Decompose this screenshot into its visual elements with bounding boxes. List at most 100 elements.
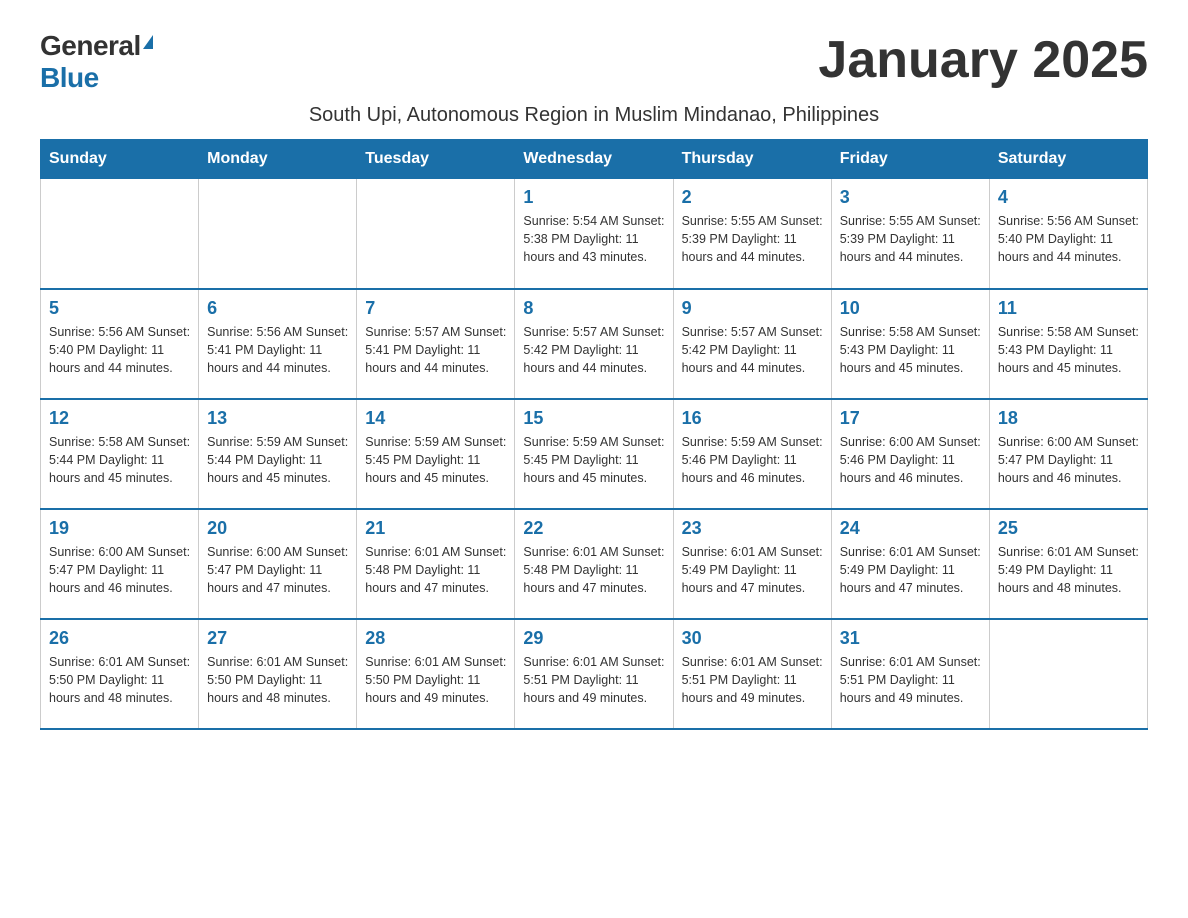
day-number: 30 (682, 628, 823, 649)
calendar-cell: 13 Sunrise: 5:59 AM Sunset: 5:44 PM Dayli… (199, 399, 357, 509)
calendar-cell: 26Sunrise: 6:01 AM Sunset: 5:50 PM Dayli… (41, 619, 199, 729)
day-number: 18 (998, 408, 1139, 429)
header-day-thursday: Thursday (673, 140, 831, 179)
calendar-cell (199, 179, 357, 289)
month-title: January 2025 (818, 30, 1148, 90)
day-info: Sunrise: 5:59 AM Sunset: 5:45 PM Dayligh… (365, 433, 506, 487)
calendar-cell: 23Sunrise: 6:01 AM Sunset: 5:49 PM Dayli… (673, 509, 831, 619)
day-info: Sunrise: 5:58 AM Sunset: 5:43 PM Dayligh… (840, 323, 981, 377)
header-day-wednesday: Wednesday (515, 140, 673, 179)
day-info: Sunrise: 6:01 AM Sunset: 5:49 PM Dayligh… (840, 543, 981, 597)
calendar-cell: 8Sunrise: 5:57 AM Sunset: 5:42 PM Daylig… (515, 289, 673, 399)
day-info: Sunrise: 6:00 AM Sunset: 5:47 PM Dayligh… (998, 433, 1139, 487)
calendar-cell: 16 Sunrise: 5:59 AM Sunset: 5:46 PM Dayli… (673, 399, 831, 509)
calendar-cell: 1Sunrise: 5:54 AM Sunset: 5:38 PM Daylig… (515, 179, 673, 289)
calendar-header: SundayMondayTuesdayWednesdayThursdayFrid… (41, 140, 1148, 179)
calendar-cell: 17 Sunrise: 6:00 AM Sunset: 5:46 PM Dayli… (831, 399, 989, 509)
calendar-cell: 29Sunrise: 6:01 AM Sunset: 5:51 PM Dayli… (515, 619, 673, 729)
day-number: 8 (523, 298, 664, 319)
day-info: Sunrise: 6:01 AM Sunset: 5:48 PM Dayligh… (365, 543, 506, 597)
header: General Blue January 2025 (40, 30, 1148, 94)
calendar-cell: 3 Sunrise: 5:55 AM Sunset: 5:39 PM Daylig… (831, 179, 989, 289)
day-number: 27 (207, 628, 348, 649)
day-number: 15 (523, 408, 664, 429)
calendar-cell: 28 Sunrise: 6:01 AM Sunset: 5:50 PM Dayli… (357, 619, 515, 729)
calendar-cell: 19 Sunrise: 6:00 AM Sunset: 5:47 PM Dayli… (41, 509, 199, 619)
logo-blue: Blue (40, 62, 99, 94)
day-number: 19 (49, 518, 190, 539)
day-info: Sunrise: 5:54 AM Sunset: 5:38 PM Dayligh… (523, 212, 664, 266)
day-number: 23 (682, 518, 823, 539)
day-number: 24 (840, 518, 981, 539)
day-number: 22 (523, 518, 664, 539)
day-number: 16 (682, 408, 823, 429)
day-info: Sunrise: 6:01 AM Sunset: 5:51 PM Dayligh… (523, 653, 664, 707)
calendar-cell (41, 179, 199, 289)
calendar-cell: 20 Sunrise: 6:00 AM Sunset: 5:47 PM Dayli… (199, 509, 357, 619)
day-number: 20 (207, 518, 348, 539)
day-number: 7 (365, 298, 506, 319)
day-number: 17 (840, 408, 981, 429)
calendar-cell: 4 Sunrise: 5:56 AM Sunset: 5:40 PM Daylig… (989, 179, 1147, 289)
header-day-friday: Friday (831, 140, 989, 179)
day-info: Sunrise: 6:01 AM Sunset: 5:50 PM Dayligh… (207, 653, 348, 707)
day-info: Sunrise: 5:56 AM Sunset: 5:40 PM Dayligh… (998, 212, 1139, 266)
day-info: Sunrise: 6:01 AM Sunset: 5:50 PM Dayligh… (365, 653, 506, 707)
day-number: 28 (365, 628, 506, 649)
day-info: Sunrise: 5:59 AM Sunset: 5:45 PM Dayligh… (523, 433, 664, 487)
day-number: 31 (840, 628, 981, 649)
calendar-cell: 14Sunrise: 5:59 AM Sunset: 5:45 PM Dayli… (357, 399, 515, 509)
calendar-cell (989, 619, 1147, 729)
header-day-saturday: Saturday (989, 140, 1147, 179)
calendar-cell: 11Sunrise: 5:58 AM Sunset: 5:43 PM Dayli… (989, 289, 1147, 399)
calendar-table: SundayMondayTuesdayWednesdayThursdayFrid… (40, 139, 1148, 730)
calendar-cell: 21 Sunrise: 6:01 AM Sunset: 5:48 PM Dayli… (357, 509, 515, 619)
day-number: 25 (998, 518, 1139, 539)
day-info: Sunrise: 6:01 AM Sunset: 5:51 PM Dayligh… (682, 653, 823, 707)
day-number: 26 (49, 628, 190, 649)
day-info: Sunrise: 6:00 AM Sunset: 5:47 PM Dayligh… (207, 543, 348, 597)
week-row-1: 1Sunrise: 5:54 AM Sunset: 5:38 PM Daylig… (41, 179, 1148, 289)
calendar-cell: 10 Sunrise: 5:58 AM Sunset: 5:43 PM Dayli… (831, 289, 989, 399)
day-info: Sunrise: 6:01 AM Sunset: 5:51 PM Dayligh… (840, 653, 981, 707)
header-day-monday: Monday (199, 140, 357, 179)
day-number: 10 (840, 298, 981, 319)
calendar-cell: 7 Sunrise: 5:57 AM Sunset: 5:41 PM Daylig… (357, 289, 515, 399)
day-number: 3 (840, 187, 981, 208)
calendar-cell: 22 Sunrise: 6:01 AM Sunset: 5:48 PM Dayli… (515, 509, 673, 619)
header-day-tuesday: Tuesday (357, 140, 515, 179)
week-row-3: 12Sunrise: 5:58 AM Sunset: 5:44 PM Dayli… (41, 399, 1148, 509)
day-info: Sunrise: 5:59 AM Sunset: 5:44 PM Dayligh… (207, 433, 348, 487)
day-info: Sunrise: 6:00 AM Sunset: 5:46 PM Dayligh… (840, 433, 981, 487)
day-number: 2 (682, 187, 823, 208)
day-number: 6 (207, 298, 348, 319)
day-info: Sunrise: 6:00 AM Sunset: 5:47 PM Dayligh… (49, 543, 190, 597)
day-info: Sunrise: 6:01 AM Sunset: 5:48 PM Dayligh… (523, 543, 664, 597)
day-info: Sunrise: 5:56 AM Sunset: 5:41 PM Dayligh… (207, 323, 348, 377)
header-row: SundayMondayTuesdayWednesdayThursdayFrid… (41, 140, 1148, 179)
day-info: Sunrise: 5:56 AM Sunset: 5:40 PM Dayligh… (49, 323, 190, 377)
day-number: 5 (49, 298, 190, 319)
logo: General Blue (40, 30, 153, 94)
day-info: Sunrise: 5:55 AM Sunset: 5:39 PM Dayligh… (682, 212, 823, 266)
week-row-4: 19 Sunrise: 6:00 AM Sunset: 5:47 PM Dayli… (41, 509, 1148, 619)
day-number: 21 (365, 518, 506, 539)
calendar-cell (357, 179, 515, 289)
day-info: Sunrise: 5:55 AM Sunset: 5:39 PM Dayligh… (840, 212, 981, 266)
day-number: 13 (207, 408, 348, 429)
calendar-cell: 24 Sunrise: 6:01 AM Sunset: 5:49 PM Dayli… (831, 509, 989, 619)
day-info: Sunrise: 5:57 AM Sunset: 5:42 PM Dayligh… (682, 323, 823, 377)
calendar-cell: 27 Sunrise: 6:01 AM Sunset: 5:50 PM Dayli… (199, 619, 357, 729)
day-number: 12 (49, 408, 190, 429)
calendar-cell: 31 Sunrise: 6:01 AM Sunset: 5:51 PM Dayli… (831, 619, 989, 729)
day-info: Sunrise: 5:59 AM Sunset: 5:46 PM Dayligh… (682, 433, 823, 487)
day-info: Sunrise: 5:57 AM Sunset: 5:41 PM Dayligh… (365, 323, 506, 377)
calendar-cell: 30 Sunrise: 6:01 AM Sunset: 5:51 PM Dayli… (673, 619, 831, 729)
calendar-cell: 9Sunrise: 5:57 AM Sunset: 5:42 PM Daylig… (673, 289, 831, 399)
header-day-sunday: Sunday (41, 140, 199, 179)
week-row-2: 5 Sunrise: 5:56 AM Sunset: 5:40 PM Daylig… (41, 289, 1148, 399)
day-number: 4 (998, 187, 1139, 208)
calendar-cell: 6 Sunrise: 5:56 AM Sunset: 5:41 PM Daylig… (199, 289, 357, 399)
calendar-cell: 5 Sunrise: 5:56 AM Sunset: 5:40 PM Daylig… (41, 289, 199, 399)
logo-general: General (40, 30, 141, 62)
